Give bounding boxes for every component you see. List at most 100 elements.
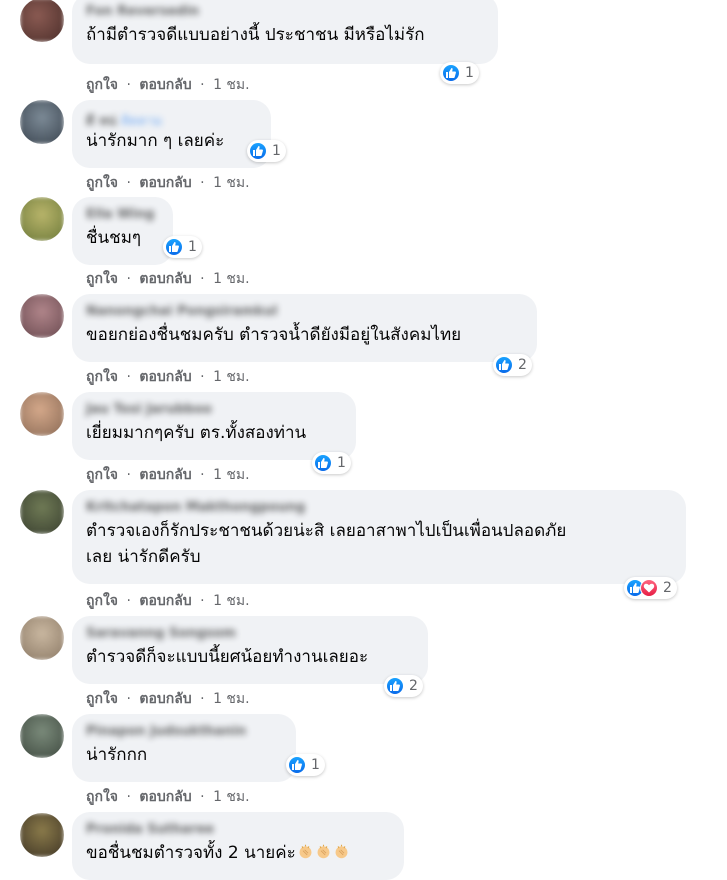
commenter-name[interactable]: Saravanng Songsom (86, 626, 414, 644)
reply-link[interactable]: ตอบกลับ (139, 688, 191, 710)
separator: · (200, 271, 205, 287)
separator: · (200, 593, 205, 609)
avatar[interactable] (20, 714, 64, 758)
separator: · (200, 789, 205, 805)
separator: · (126, 593, 131, 609)
reply-link[interactable]: ตอบกลับ (139, 172, 191, 194)
separator: · (126, 369, 131, 385)
avatar[interactable] (20, 0, 64, 42)
commenter-name-text[interactable]: ดี หน่ (86, 114, 116, 129)
reply-link[interactable]: ตอบกลับ (139, 786, 191, 808)
comment-actions: ถูกใจ · ตอบกลับ · 1 ชม. (86, 464, 250, 486)
commenter-name[interactable]: Jau Tosi Jarubboo (86, 402, 342, 420)
comment-actions: ถูกใจ · ตอบกลับ · 1 ชม. (86, 268, 250, 290)
reaction-summary[interactable]: 2 (624, 577, 677, 599)
commenter-name[interactable]: Ella Wing (86, 207, 159, 225)
timestamp[interactable]: 1 ชม. (213, 786, 250, 808)
avatar[interactable] (20, 490, 64, 534)
comment-bubble: Saravanng Songsom ตำรวจดีก็จะแบบนี้ยศน้อ… (72, 616, 428, 684)
commenter-name[interactable]: Fon Reversedin (86, 4, 484, 22)
follow-tag[interactable]: ติดตาม (121, 114, 162, 129)
comment-text: ขอยกย่องชื่นชมครับ ตำรวจน้ำดียังมีอยู่ใน… (86, 325, 462, 345)
comment-text: น่ารักกก (86, 745, 148, 765)
commenter-name[interactable]: Pinapon Judsukthanin (86, 724, 282, 742)
comment-text: ขอชื่นชมตำรวจทั้ง 2 นายค่ะ (86, 840, 390, 866)
reaction-count: 2 (518, 357, 527, 373)
comment-bubble: Jau Tosi Jarubboo เยี่ยมมากๆครับ ตร.ทั้ง… (72, 392, 356, 460)
commenter-name[interactable]: Pronida Sutharee (86, 822, 390, 840)
reaction-summary[interactable]: 2 (384, 675, 423, 697)
reaction-summary[interactable]: 1 (440, 62, 479, 84)
like-link[interactable]: ถูกใจ (86, 464, 118, 486)
avatar[interactable] (20, 616, 64, 660)
reaction-count: 1 (465, 65, 474, 81)
separator: · (126, 467, 131, 483)
separator: · (126, 789, 131, 805)
avatar[interactable] (20, 813, 64, 857)
comment-bubble: Pinapon Judsukthanin น่ารักกก (72, 714, 296, 782)
comment-actions: ถูกใจ · ตอบกลับ · 1 ชม. (86, 590, 250, 612)
reply-link[interactable]: ตอบกลับ (139, 464, 191, 486)
like-reaction-icon (442, 64, 460, 82)
comment-actions: ถูกใจ · ตอบกลับ · 1 ชม. (86, 688, 250, 710)
reply-link[interactable]: ตอบกลับ (139, 366, 191, 388)
timestamp[interactable]: 1 ชม. (213, 74, 250, 96)
like-link[interactable]: ถูกใจ (86, 786, 118, 808)
comment-actions: ถูกใจ · ตอบกลับ · 1 ชม. (86, 366, 250, 388)
reaction-summary[interactable]: 1 (163, 236, 202, 258)
like-link[interactable]: ถูกใจ (86, 590, 118, 612)
reaction-summary[interactable]: 1 (312, 452, 351, 474)
reaction-count: 1 (311, 757, 320, 773)
separator: · (126, 175, 131, 191)
like-link[interactable]: ถูกใจ (86, 172, 118, 194)
timestamp[interactable]: 1 ชม. (213, 464, 250, 486)
reaction-summary[interactable]: 1 (247, 140, 286, 162)
comment-actions: ถูกใจ · ตอบกลับ · 1 ชม. (86, 74, 250, 96)
avatar[interactable] (20, 197, 64, 241)
comment-text-line: ตำรวจเองก็รักประชาชนด้วยน่ะสิ เลยอาสาพาไ… (86, 521, 567, 541)
separator: · (200, 467, 205, 483)
reaction-count: 1 (188, 239, 197, 255)
like-link[interactable]: ถูกใจ (86, 688, 118, 710)
timestamp[interactable]: 1 ชม. (213, 590, 250, 612)
avatar[interactable] (20, 294, 64, 338)
heart-reaction-icon (640, 579, 658, 597)
reaction-summary[interactable]: 1 (286, 754, 325, 776)
avatar[interactable] (20, 100, 64, 144)
timestamp[interactable]: 1 ชม. (213, 172, 250, 194)
like-link[interactable]: ถูกใจ (86, 74, 118, 96)
reaction-count: 2 (409, 678, 418, 694)
separator: · (200, 691, 205, 707)
reaction-count: 1 (337, 455, 346, 471)
like-reaction-icon (249, 142, 267, 160)
reply-link[interactable]: ตอบกลับ (139, 74, 191, 96)
timestamp[interactable]: 1 ชม. (213, 366, 250, 388)
avatar[interactable] (20, 392, 64, 436)
commenter-name[interactable]: Kritchatapon Makthongpoung (86, 500, 672, 518)
commenter-name[interactable]: Nanongchai Pongsiramkul (86, 304, 523, 322)
comment-text-content: ขอชื่นชมตำรวจทั้ง 2 นายค่ะ (86, 843, 296, 863)
comment-bubble: Pronida Sutharee ขอชื่นชมตำรวจทั้ง 2 นาย… (72, 812, 404, 880)
timestamp[interactable]: 1 ชม. (213, 688, 250, 710)
comment-text: น่ารักมาก ๆ เลยค่ะ (86, 131, 225, 151)
comment-actions: ถูกใจ · ตอบกลับ · 1 ชม. (86, 786, 250, 808)
comment-bubble: Fon Reversedin ถ้ามีตำรวจดีแบบอย่างนี้ ป… (72, 0, 498, 64)
separator: · (126, 691, 131, 707)
like-link[interactable]: ถูกใจ (86, 268, 118, 290)
like-reaction-icon (165, 238, 183, 256)
reply-link[interactable]: ตอบกลับ (139, 590, 191, 612)
separator: · (200, 77, 205, 93)
reaction-summary[interactable]: 2 (493, 354, 532, 376)
separator: · (126, 77, 131, 93)
like-reaction-icon (386, 677, 404, 695)
like-link[interactable]: ถูกใจ (86, 366, 118, 388)
reply-link[interactable]: ตอบกลับ (139, 268, 191, 290)
comment-bubble: Ella Wing ชื่นชมๆ (72, 197, 173, 265)
commenter-name[interactable]: ดี หน่ ติดตาม (86, 110, 257, 129)
comment-text-line: เลย น่ารักดีครับ (86, 547, 201, 567)
comment-bubble: ดี หน่ ติดตาม น่ารักมาก ๆ เลยค่ะ (72, 100, 271, 168)
comment-text: ถ้ามีตำรวจดีแบบอย่างนี้ ประชาชน มีหรือไม… (86, 25, 425, 45)
separator: · (126, 271, 131, 287)
timestamp[interactable]: 1 ชม. (213, 268, 250, 290)
comment-bubble: Nanongchai Pongsiramkul ขอยกย่องชื่นชมคร… (72, 294, 537, 362)
